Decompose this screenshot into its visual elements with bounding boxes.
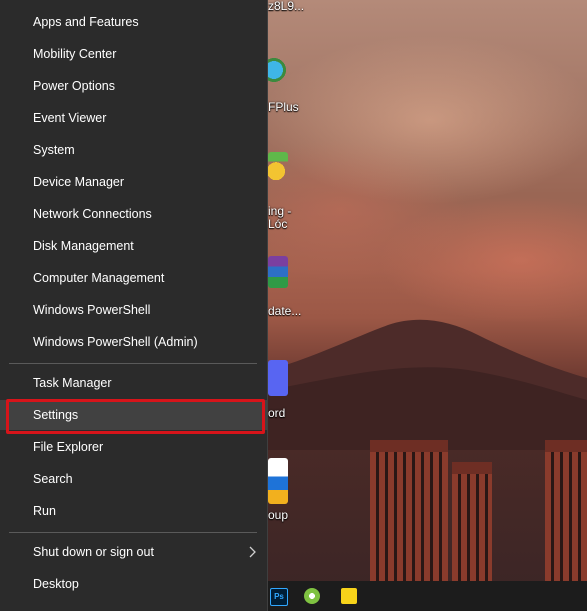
menu-item-label: Network Connections — [33, 207, 152, 221]
menu-item-network-connections[interactable]: Network Connections — [0, 199, 267, 229]
menu-item-label: Event Viewer — [33, 111, 107, 125]
desktop-icon-label[interactable]: FPlus — [268, 101, 299, 114]
menu-item-search[interactable]: Search — [0, 464, 267, 494]
menu-item-label: Windows PowerShell (Admin) — [33, 335, 198, 349]
sticky-notes-icon[interactable] — [341, 588, 357, 604]
wallpaper-building — [370, 440, 448, 582]
screen: z8L9... FPlus ing - Lóc date... ord oup … — [0, 0, 587, 611]
desktop-icon-label[interactable]: oup — [268, 509, 288, 522]
menu-item-mobility-center[interactable]: Mobility Center — [0, 39, 267, 69]
menu-item-label: Mobility Center — [33, 47, 117, 61]
menu-item-settings[interactable]: Settings — [0, 400, 267, 430]
taskbar: Ps — [268, 581, 587, 611]
menu-item-label: Device Manager — [33, 175, 125, 189]
menu-item-label: Search — [33, 472, 73, 486]
menu-item-device-manager[interactable]: Device Manager — [0, 167, 267, 197]
menu-item-windows-powershell-admin[interactable]: Windows PowerShell (Admin) — [0, 327, 267, 357]
menu-item-label: Disk Management — [33, 239, 134, 253]
wallpaper-building — [452, 462, 492, 582]
discord-icon[interactable] — [268, 360, 288, 396]
menu-item-label: Apps and Features — [33, 15, 139, 29]
update-shield-icon[interactable] — [268, 458, 288, 504]
menu-item-label: Shut down or sign out — [33, 545, 154, 559]
menu-item-system[interactable]: System — [0, 135, 267, 165]
emoji-app-icon[interactable] — [268, 152, 288, 184]
menu-item-label: Computer Management — [33, 271, 165, 285]
desktop-icon-label[interactable]: ord — [268, 407, 285, 420]
menu-item-label: File Explorer — [33, 440, 104, 454]
menu-item-shut-down-or-sign-out[interactable]: Shut down or sign out — [0, 537, 267, 567]
desktop-icon-label[interactable]: z8L9... — [268, 0, 304, 13]
photoshop-icon[interactable]: Ps — [270, 588, 288, 606]
menu-item-windows-powershell[interactable]: Windows PowerShell — [0, 295, 267, 325]
menu-item-desktop[interactable]: Desktop — [0, 569, 267, 599]
menu-item-event-viewer[interactable]: Event Viewer — [0, 103, 267, 133]
desktop-icon-label[interactable]: Lóc — [268, 218, 287, 231]
menu-item-label: Task Manager — [33, 376, 112, 390]
menu-item-computer-management[interactable]: Computer Management — [0, 263, 267, 293]
menu-separator — [9, 532, 257, 533]
menu-item-power-options[interactable]: Power Options — [0, 71, 267, 101]
menu-item-label: Windows PowerShell — [33, 303, 151, 317]
menu-item-task-manager[interactable]: Task Manager — [0, 368, 267, 398]
menu-item-file-explorer[interactable]: File Explorer — [0, 432, 267, 462]
green-app-icon[interactable] — [304, 588, 320, 604]
menu-separator — [9, 363, 257, 364]
wallpaper-building — [545, 440, 587, 582]
wallpaper-mountain — [268, 319, 587, 450]
menu-item-label: Settings — [33, 408, 79, 422]
menu-item-label: Desktop — [33, 577, 79, 591]
desktop-icon-label[interactable]: date... — [268, 305, 301, 318]
winrar-icon[interactable] — [268, 256, 288, 288]
menu-item-label: System — [33, 143, 75, 157]
menu-item-apps-and-features[interactable]: Apps and Features — [0, 7, 267, 37]
foxit-icon[interactable] — [268, 54, 288, 86]
power-user-menu: Apps and Features Mobility Center Power … — [0, 0, 268, 611]
menu-item-disk-management[interactable]: Disk Management — [0, 231, 267, 261]
menu-item-label: Power Options — [33, 79, 115, 93]
menu-item-run[interactable]: Run — [0, 496, 267, 526]
menu-item-label: Run — [33, 504, 56, 518]
